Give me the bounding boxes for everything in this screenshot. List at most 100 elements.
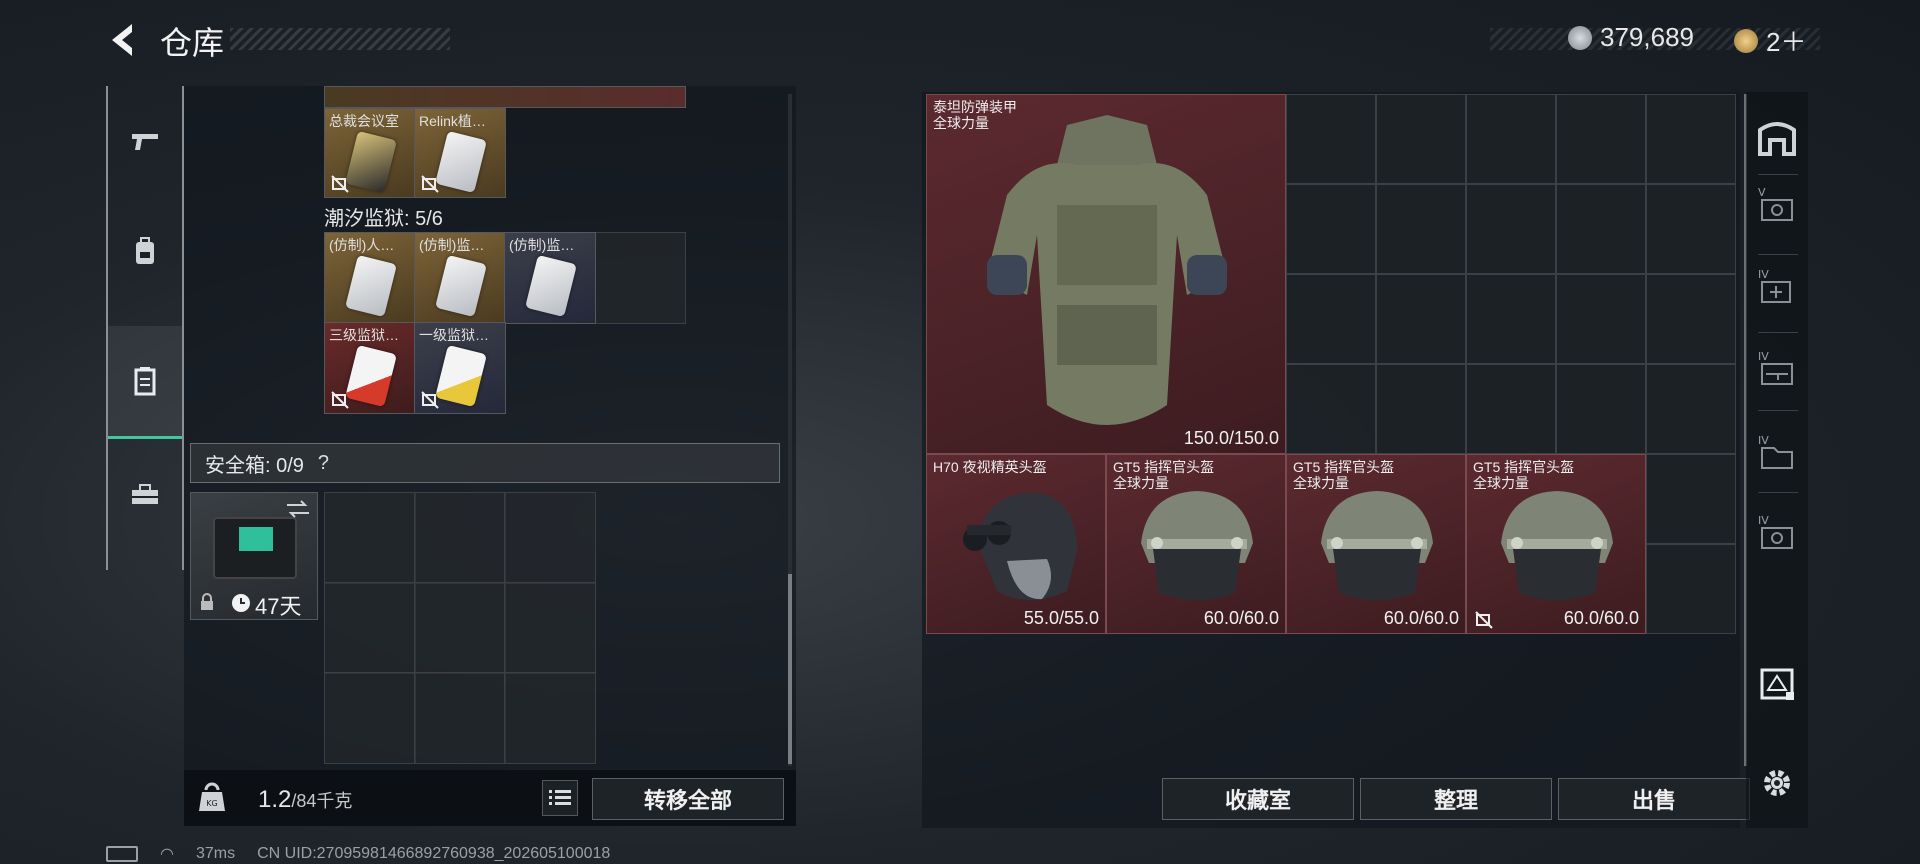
grid-slot[interactable] [1466, 184, 1556, 274]
help-icon[interactable]: ? [318, 452, 329, 475]
storage-tab-active-icon[interactable] [1756, 662, 1798, 704]
safebox-slot[interactable] [324, 492, 416, 584]
durability: 60.0/60.0 [1383, 608, 1459, 628]
grid-slot[interactable] [1646, 94, 1736, 184]
weight-value: 1.2 [258, 786, 292, 813]
grid-slot[interactable] [1376, 184, 1466, 274]
grid-slot[interactable] [1286, 274, 1376, 364]
settings-gear-icon[interactable] [1756, 762, 1798, 804]
svg-text:KG: KG [206, 799, 217, 808]
grid-slot[interactable] [1286, 184, 1376, 274]
grid-slot[interactable] [1286, 94, 1376, 184]
item-label: (仿制)监… [509, 237, 575, 253]
premium-coin-icon [1734, 28, 1758, 53]
safebox-slot[interactable] [414, 492, 506, 584]
grid-slot[interactable] [1376, 94, 1466, 184]
keycard-image [435, 344, 487, 408]
inventory-scrollbar[interactable] [788, 94, 792, 766]
item-label: 总裁会议室 [329, 113, 399, 129]
nav-weapons[interactable] [108, 86, 182, 196]
nav-toolbox[interactable] [108, 440, 182, 550]
storage-tab-icon[interactable]: V [1756, 184, 1798, 226]
weight-icon: KG [199, 782, 225, 811]
grid-slot[interactable] [1646, 364, 1736, 454]
nv-helmet-image [963, 492, 1077, 600]
safebox-label: 安全箱: 0/9 [205, 454, 304, 477]
storage-tab-camera-icon[interactable]: IV [1756, 512, 1798, 554]
safebox-slot[interactable] [504, 672, 596, 764]
keycard-item[interactable]: Relink植… [414, 108, 506, 198]
grid-slot[interactable] [1556, 274, 1646, 364]
swap-icon[interactable] [285, 499, 311, 519]
organize-button[interactable]: 整理 [1360, 778, 1552, 820]
partial-item-row [324, 86, 686, 108]
grid-slot[interactable] [1556, 184, 1646, 274]
grid-slot[interactable] [1466, 94, 1556, 184]
safebox-slot[interactable] [324, 582, 416, 674]
helmet-item[interactable]: GT5 指挥官头盔 全球力量 60.0/60.0 [1466, 454, 1646, 634]
empty-slot[interactable] [594, 232, 686, 324]
keycard-item[interactable]: 三级监狱… [324, 322, 416, 414]
currency-coins[interactable]: 379,689 [1568, 22, 1694, 53]
grid-slot[interactable] [1646, 544, 1736, 634]
item-label: 三级监狱… [329, 327, 399, 343]
keycard-image [345, 344, 397, 408]
helmet-item[interactable]: H70 夜视精英头盔 55.0/55.0 [926, 454, 1106, 634]
svg-text:IV: IV [1758, 350, 1769, 363]
item-label: (仿制)人… [329, 237, 395, 253]
storage-tab-weapon-icon[interactable]: IV [1756, 348, 1798, 390]
grid-slot[interactable] [1466, 274, 1556, 364]
list-view-button[interactable] [542, 780, 578, 816]
ping-readout: 37ms [195, 845, 236, 862]
grid-slot[interactable] [1556, 364, 1646, 454]
item-label: (仿制)监… [419, 237, 485, 253]
safebox-header: 安全箱: 0/9 ? [190, 443, 780, 483]
nav-backpack[interactable] [108, 196, 182, 306]
durability: 60.0/60.0 [1203, 608, 1279, 628]
keycard-item[interactable]: 总裁会议室 [324, 108, 416, 198]
helmet-item[interactable]: GT5 指挥官头盔 全球力量 60.0/60.0 [1286, 454, 1466, 634]
helmet-image [1501, 491, 1613, 600]
grid-slot[interactable] [1646, 274, 1736, 364]
weight-readout: 1.2/84千克 [258, 786, 352, 814]
sell-button[interactable]: 出售 [1558, 778, 1750, 820]
lock-icon [201, 593, 213, 610]
item-label: Relink植… [419, 113, 486, 129]
keycard-item[interactable]: 一级监狱… [414, 322, 506, 414]
grid-slot[interactable] [1646, 454, 1736, 544]
safebox-slot[interactable] [414, 672, 506, 764]
back-arrow-icon[interactable] [104, 20, 144, 60]
transfer-all-button[interactable]: 转移全部 [592, 778, 784, 820]
currency-premium[interactable]: 2＋ [1734, 22, 1806, 59]
safebox-container-item[interactable]: 47天 [190, 492, 318, 620]
keycard-item[interactable]: (仿制)监… [504, 232, 596, 324]
grid-slot[interactable] [1556, 94, 1646, 184]
helmet-item[interactable]: GT5 指挥官头盔 全球力量 60.0/60.0 [1106, 454, 1286, 634]
keycard-item[interactable]: (仿制)监… [414, 232, 506, 324]
safebox-slot[interactable] [504, 582, 596, 674]
warehouse-icon[interactable] [1756, 116, 1798, 158]
keycard-item[interactable]: (仿制)人… [324, 232, 416, 324]
storage-tab-folder-icon[interactable]: IV [1756, 432, 1798, 474]
safebox-slot[interactable] [414, 582, 506, 674]
currency-premium-value: 2＋ [1766, 27, 1807, 57]
safebox-slot[interactable] [324, 672, 416, 764]
group-label: 潮汐监狱: 5/6 [324, 208, 443, 230]
grid-slot[interactable] [1286, 364, 1376, 454]
svg-text:IV: IV [1758, 434, 1769, 447]
armor-item[interactable]: 泰坦防弹装甲 全球力量 150.0/150.0 [926, 94, 1286, 454]
durability: 60.0/60.0 [1563, 608, 1639, 628]
nav-storage[interactable] [108, 326, 182, 439]
grid-slot[interactable] [1376, 364, 1466, 454]
item-label: 一级监狱… [419, 327, 489, 343]
grid-slot[interactable] [1646, 184, 1736, 274]
storage-tab-medical-icon[interactable]: IV [1756, 266, 1798, 308]
page-title: 仓库 [160, 24, 225, 62]
helmet-image [1141, 491, 1253, 600]
grid-slot[interactable] [1466, 364, 1556, 454]
grid-slot[interactable] [1376, 274, 1466, 364]
safebox-image [213, 517, 297, 579]
safebox-slot[interactable] [504, 492, 596, 584]
collection-room-button[interactable]: 收藏室 [1162, 778, 1354, 820]
list-icon [549, 790, 571, 805]
